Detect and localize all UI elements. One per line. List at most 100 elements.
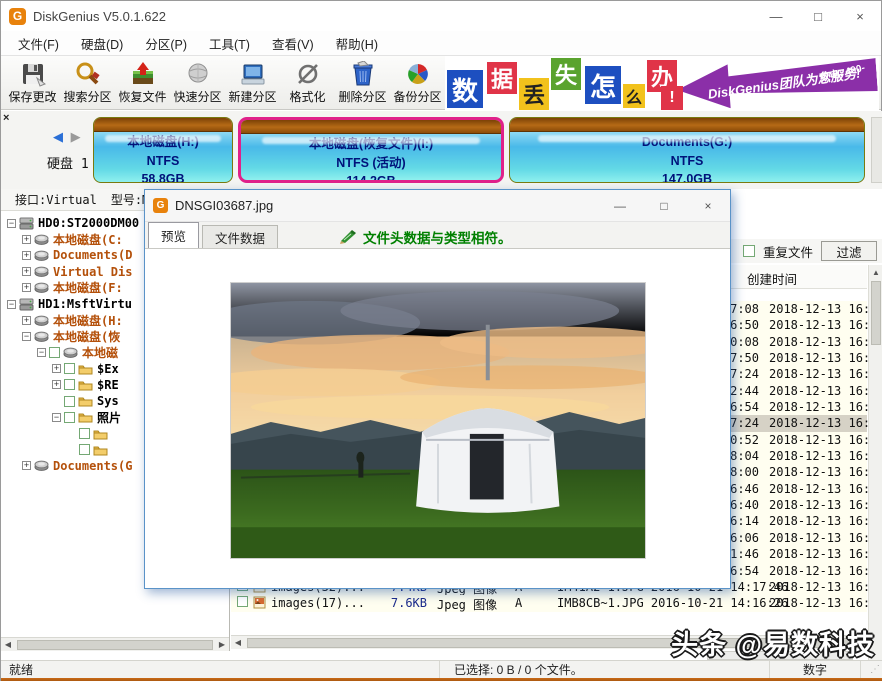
folder-icon (78, 395, 93, 407)
maximize-button[interactable]: □ (797, 1, 839, 31)
duplicate-files-checkbox[interactable] (743, 245, 755, 257)
dialog-tab-filedata[interactable]: 文件数据 (202, 225, 278, 248)
window-title: DiskGenius V5.0.1.622 (33, 9, 755, 24)
part-icon (34, 315, 49, 326)
dialog-title: DNSGI03687.jpg (175, 198, 598, 213)
promo-banner[interactable]: DiskGenius团队为您服务! 致电: 400- QQ: 400008995… (445, 56, 879, 110)
toolbar-save-button[interactable]: 保存更改 (5, 58, 60, 108)
menu-t[interactable]: 工具(T) (198, 31, 261, 56)
dialog-titlebar[interactable]: G DNSGI03687.jpg — □ × (145, 190, 730, 222)
menu-p[interactable]: 分区(P) (134, 31, 198, 56)
collapse-icon[interactable]: − (7, 219, 16, 228)
expand-icon[interactable]: + (22, 251, 31, 260)
banner-tile: 怎 (585, 66, 621, 104)
collapse-icon[interactable]: − (7, 300, 16, 309)
partition-bar[interactable]: 本地磁盘(恢复文件)(I:) NTFS (活动) 114.2GB (238, 117, 504, 183)
preview-area (145, 249, 730, 588)
bars-scrollbar[interactable] (871, 117, 882, 183)
file-ctime: 2018-12-13 16:28 (769, 351, 882, 365)
toolbar-recover-files-button[interactable]: 恢复文件 (115, 58, 170, 108)
ctime-column-header[interactable]: 创建时间 (747, 269, 797, 288)
scroll-up-icon[interactable]: ▲ (869, 265, 882, 280)
close-button[interactable]: × (839, 1, 881, 31)
diskgenius-logo-icon: G (9, 8, 26, 25)
tree-checkbox[interactable] (79, 444, 90, 455)
banner-qq: QQ: 4000089958 (745, 92, 842, 106)
file-row[interactable]: images(17)... 7.6KB Jpeg 图像 A IMB8CB~1.J… (231, 595, 867, 611)
expand-icon[interactable]: + (22, 316, 31, 325)
toolbar-format-button[interactable]: 格式化 (280, 58, 335, 108)
tree-checkbox[interactable] (64, 363, 75, 374)
panel-close-icon[interactable]: × (3, 113, 9, 123)
toolbar-quick-partition-button[interactable]: 快速分区 (170, 58, 225, 108)
hdd-icon (19, 217, 34, 230)
file-ctime: 2018-12-13 16:28 (769, 514, 882, 528)
toolbar-backup-partition-button[interactable]: 备份分区 (390, 58, 445, 108)
tree-checkbox[interactable] (64, 412, 75, 423)
partition-fs: NTFS (活动) (241, 156, 501, 172)
toolbar-new-partition-button[interactable]: 新建分区 (225, 58, 280, 108)
resize-grip-icon[interactable]: ⋰ (861, 664, 882, 675)
dialog-minimize-button[interactable]: — (598, 190, 642, 222)
banner-tile: 丢 (519, 78, 549, 110)
toolbar-delete-partition-button[interactable]: 删除分区 (335, 58, 390, 108)
tree-item-label: HD0:ST2000DM00 (38, 216, 139, 230)
partition-bar[interactable]: Documents(G:) NTFS 147.0GB (509, 117, 865, 183)
file-ctime: 2018-12-13 16:28 (769, 367, 882, 381)
folder-icon (78, 363, 93, 375)
tree-item-label: Documents(D (53, 248, 132, 262)
scroll-thumb[interactable] (871, 281, 881, 345)
expand-icon[interactable]: + (22, 283, 31, 292)
tree-item-label: $Ex (97, 362, 119, 376)
expand-icon[interactable]: + (52, 364, 61, 373)
menu-v[interactable]: 查看(V) (261, 31, 325, 56)
tree-checkbox[interactable] (79, 428, 90, 439)
tree-checkbox[interactable] (64, 396, 75, 407)
menu-f[interactable]: 文件(F) (7, 31, 70, 56)
part-icon (63, 347, 78, 358)
file-vscrollbar[interactable]: ▲ ▼ (868, 265, 882, 681)
preview-photo-yurt-sunset (230, 282, 646, 559)
expand-icon[interactable]: + (22, 235, 31, 244)
toolbar-search-partition-button[interactable]: 搜索分区 (60, 58, 115, 108)
partition-bar-band (94, 118, 232, 132)
expand-icon[interactable]: + (22, 461, 31, 470)
filter-button[interactable]: 过滤 (821, 241, 877, 261)
menu-h[interactable]: 帮助(H) (325, 31, 389, 56)
tree-checkbox[interactable] (64, 379, 75, 390)
scroll-left-icon[interactable]: ◀ (1, 640, 15, 649)
image-file-icon (253, 596, 266, 612)
file-name: images(17)... (271, 596, 365, 610)
collapse-icon[interactable]: − (22, 332, 31, 341)
tree-checkbox[interactable] (49, 347, 60, 358)
file-attr: A (515, 596, 522, 610)
file-ctime: 2018-12-13 16:28 (769, 482, 882, 496)
tree-item-label: 本地磁盘(H: (53, 312, 123, 328)
minimize-button[interactable]: — (755, 1, 797, 31)
file-ctime: 2018-12-13 16:28 (769, 400, 882, 414)
file-checkbox[interactable] (237, 596, 248, 607)
scroll-right-icon[interactable]: ▶ (215, 640, 229, 649)
banner-tile: 失 (551, 58, 581, 90)
expand-icon[interactable]: + (52, 380, 61, 389)
collapse-icon[interactable]: − (52, 413, 61, 422)
tree-hscrollbar[interactable]: ◀ ▶ (1, 637, 229, 651)
file-ctime: 2018-12-13 16:28 (769, 531, 882, 545)
dialog-tab-preview[interactable]: 预览 (148, 222, 199, 248)
collapse-icon[interactable]: − (37, 348, 46, 357)
file-ctime: 2018-12-13 16:28 (769, 416, 882, 430)
dialog-maximize-button[interactable]: □ (642, 190, 686, 222)
next-disk-arrow-icon[interactable]: ▶ (71, 129, 83, 144)
file-ctime: 2018-12-13 16:28 (769, 384, 882, 398)
scroll-left-icon[interactable]: ◀ (231, 638, 245, 647)
scroll-thumb[interactable] (17, 640, 213, 650)
disk-tab-label[interactable]: 硬盘 1 (47, 153, 89, 172)
dialog-close-button[interactable]: × (686, 190, 730, 222)
quick-partition-icon (185, 60, 211, 88)
partition-fs: NTFS (94, 154, 232, 170)
menu-d[interactable]: 硬盘(D) (70, 31, 134, 56)
partition-bar[interactable]: 本地磁盘(H:) NTFS 58.8GB (93, 117, 233, 183)
prev-disk-arrow-icon[interactable]: ◀ (53, 129, 65, 144)
part-icon (34, 460, 49, 471)
expand-icon[interactable]: + (22, 267, 31, 276)
